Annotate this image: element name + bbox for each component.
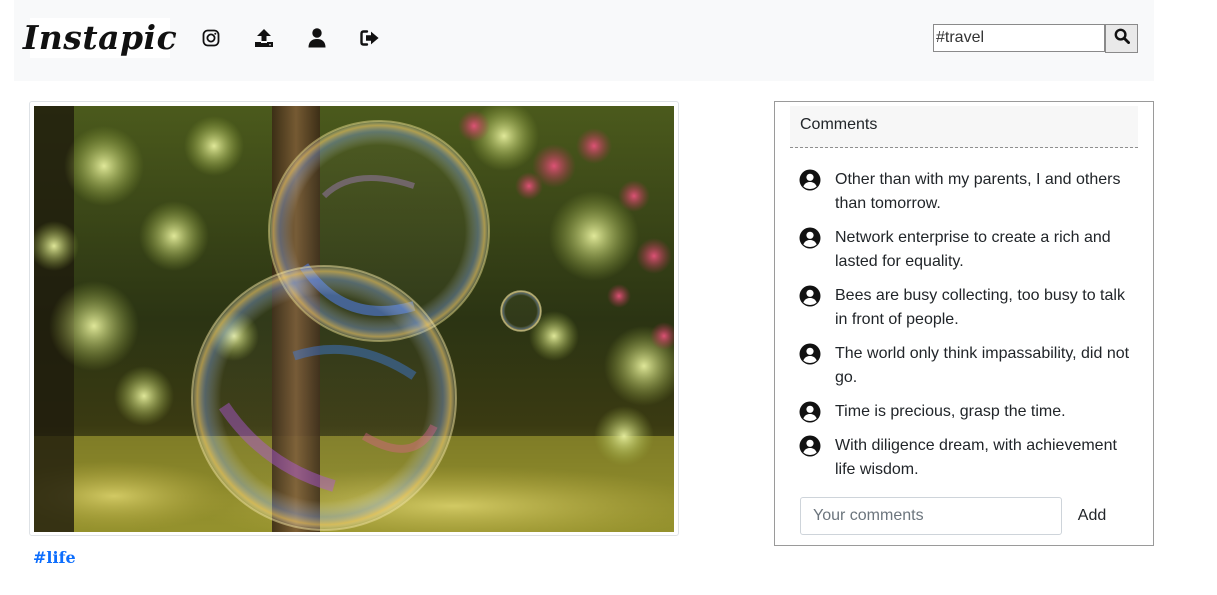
comment-text: The world only think impassability, did … [835, 345, 1130, 386]
post-image [34, 106, 674, 532]
comment-list: Other than with my parents, I and others… [799, 168, 1139, 492]
comment-item: Bees are busy collecting, too busy to ta… [799, 284, 1139, 332]
instagram-icon[interactable] [199, 26, 223, 50]
comment-item: Network enterprise to create a rich and … [799, 226, 1139, 274]
comment-item: The world only think impassability, did … [799, 342, 1139, 390]
user-circle-icon [799, 435, 821, 457]
logo[interactable]: Instapic [23, 18, 177, 58]
comment-text: Network enterprise to create a rich and … [835, 229, 1111, 270]
comment-input[interactable] [800, 497, 1062, 535]
comment-item: With diligence dream, with achievement l… [799, 434, 1139, 482]
search-input[interactable] [933, 24, 1105, 52]
navbar: Instapic [14, 0, 1154, 81]
search-button[interactable] [1105, 24, 1138, 53]
comment-text: Time is precious, grasp the time. [835, 403, 1066, 420]
user-circle-icon [799, 227, 821, 249]
comment-text: With diligence dream, with achievement l… [835, 437, 1117, 478]
user-circle-icon [799, 343, 821, 365]
post-card [29, 101, 679, 536]
add-comment-button[interactable]: Add [1069, 497, 1115, 535]
comment-text: Bees are busy collecting, too busy to ta… [835, 287, 1125, 328]
search-icon [1114, 28, 1130, 49]
comments-header: Comments [790, 106, 1138, 148]
user-circle-icon [799, 401, 821, 423]
user-circle-icon [799, 285, 821, 307]
hashtag-link[interactable]: #life [33, 548, 76, 567]
comments-card: Comments Other than with my parents, I a… [774, 101, 1154, 546]
user-icon[interactable] [305, 26, 329, 50]
comment-item: Time is precious, grasp the time. [799, 400, 1139, 424]
upload-icon[interactable] [252, 26, 276, 50]
logout-icon[interactable] [358, 26, 382, 50]
user-circle-icon [799, 169, 821, 191]
comment-text: Other than with my parents, I and others… [835, 171, 1121, 212]
comment-item: Other than with my parents, I and others… [799, 168, 1139, 216]
